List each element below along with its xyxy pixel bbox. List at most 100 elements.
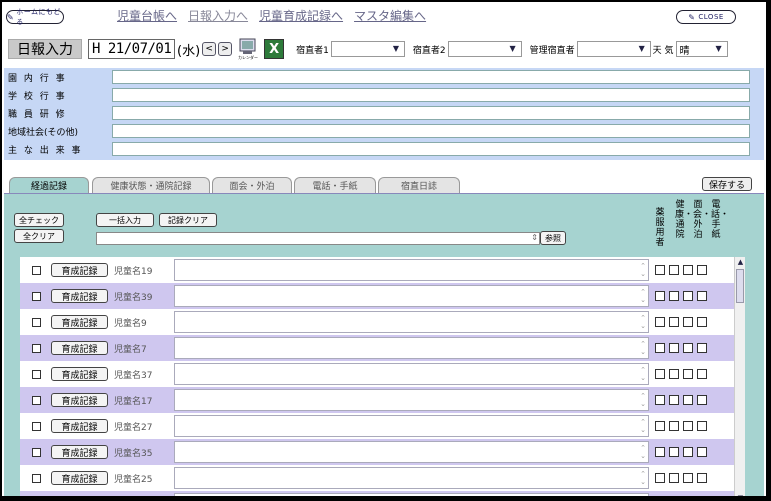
tab-progress-record[interactable]: 経過記録 xyxy=(9,177,89,193)
calendar-button[interactable]: カレンダー xyxy=(237,38,259,60)
medication-checkbox[interactable] xyxy=(655,369,665,379)
phone-checkbox[interactable] xyxy=(697,421,707,431)
health-checkbox[interactable] xyxy=(669,395,679,405)
prev-day-button[interactable]: < xyxy=(202,42,217,56)
row-checkbox[interactable] xyxy=(32,369,41,379)
phone-checkbox[interactable] xyxy=(697,343,707,353)
growth-record-button[interactable]: 育成記録 xyxy=(51,393,108,407)
medication-checkbox[interactable] xyxy=(655,421,665,431)
event-input[interactable] xyxy=(112,142,750,156)
visit-checkbox[interactable] xyxy=(683,343,693,353)
row-checkbox[interactable] xyxy=(32,395,41,405)
growth-record-button[interactable]: 育成記録 xyxy=(51,289,108,303)
next-day-button[interactable]: > xyxy=(218,42,233,56)
close-button[interactable]: ✎ CLOSE xyxy=(676,10,736,24)
medication-checkbox[interactable] xyxy=(655,447,665,457)
date-field[interactable]: H 21/07/01 xyxy=(88,39,175,59)
visit-checkbox[interactable] xyxy=(683,317,693,327)
health-checkbox[interactable] xyxy=(669,317,679,327)
visit-checkbox[interactable] xyxy=(683,265,693,275)
record-textarea[interactable]: ⌃⌄ xyxy=(174,441,649,463)
phone-checkbox[interactable] xyxy=(697,473,707,483)
nav-link-master-edit[interactable]: マスタ編集へ xyxy=(354,7,426,24)
record-textarea[interactable]: ⌃⌄ xyxy=(174,285,649,307)
event-input[interactable] xyxy=(112,124,750,138)
duty2-select[interactable]: ▼ xyxy=(447,41,522,57)
row-checkbox[interactable] xyxy=(32,447,41,457)
health-checkbox[interactable] xyxy=(669,265,679,275)
growth-record-button[interactable]: 育成記録 xyxy=(51,445,108,459)
growth-record-button[interactable]: 育成記録 xyxy=(51,497,108,501)
tab-phone-letter[interactable]: 電話・手紙 xyxy=(294,177,376,193)
medication-checkbox[interactable] xyxy=(655,265,665,275)
phone-checkbox[interactable] xyxy=(697,369,707,379)
medication-checkbox[interactable] xyxy=(655,291,665,301)
growth-record-button[interactable]: 育成記録 xyxy=(51,419,108,433)
growth-record-button[interactable]: 育成記録 xyxy=(51,341,108,355)
scrollbar-thumb[interactable] xyxy=(736,269,744,303)
row-checkbox[interactable] xyxy=(32,317,41,327)
reference-button[interactable]: 参照 xyxy=(540,231,566,245)
scroll-down-icon[interactable]: ▼ xyxy=(735,493,746,496)
record-textarea[interactable]: ⌃⌄ xyxy=(174,493,649,496)
visit-checkbox[interactable] xyxy=(683,291,693,301)
health-checkbox[interactable] xyxy=(669,447,679,457)
record-textarea[interactable]: ⌃⌄ xyxy=(174,415,649,437)
list-scrollbar[interactable]: ▲ ▼ xyxy=(734,257,746,496)
visit-checkbox[interactable] xyxy=(683,369,693,379)
record-textarea[interactable]: ⌃⌄ xyxy=(174,389,649,411)
health-checkbox[interactable] xyxy=(669,473,679,483)
excel-export-button[interactable]: X xyxy=(264,39,285,59)
row-checkbox[interactable] xyxy=(32,291,41,301)
visit-checkbox[interactable] xyxy=(683,473,693,483)
tab-night-duty-log[interactable]: 宿直日誌 xyxy=(378,177,460,193)
growth-record-button[interactable]: 育成記録 xyxy=(51,471,108,485)
growth-record-button[interactable]: 育成記録 xyxy=(51,367,108,381)
event-input[interactable] xyxy=(112,106,750,120)
medication-checkbox[interactable] xyxy=(655,343,665,353)
health-checkbox[interactable] xyxy=(669,291,679,301)
tab-health-record[interactable]: 健康状態・通院記録 xyxy=(92,177,210,193)
home-button[interactable]: ✎ ホームにもどる xyxy=(6,8,64,26)
visit-checkbox[interactable] xyxy=(683,421,693,431)
weather-select[interactable]: 晴 ▼ xyxy=(675,41,728,57)
record-textarea[interactable]: ⌃⌄ xyxy=(174,311,649,333)
medication-checkbox[interactable] xyxy=(655,473,665,483)
check-all-button[interactable]: 全チェック xyxy=(14,213,64,227)
phone-checkbox[interactable] xyxy=(697,317,707,327)
growth-record-button[interactable]: 育成記録 xyxy=(51,263,108,277)
row-checkbox[interactable] xyxy=(32,343,41,353)
bulk-input-button[interactable]: 一括入力 xyxy=(96,213,154,227)
medication-checkbox[interactable] xyxy=(655,395,665,405)
row-checkbox[interactable] xyxy=(32,265,41,275)
nav-link-ledger[interactable]: 児童台帳へ xyxy=(117,7,177,24)
row-checkbox[interactable] xyxy=(32,473,41,483)
phone-checkbox[interactable] xyxy=(697,395,707,405)
health-checkbox[interactable] xyxy=(669,369,679,379)
growth-record-button[interactable]: 育成記録 xyxy=(51,315,108,329)
clear-all-button[interactable]: 全クリア xyxy=(14,229,64,243)
save-button[interactable]: 保存する xyxy=(702,177,752,191)
tab-visit-stay[interactable]: 面会・外泊 xyxy=(212,177,292,193)
event-input[interactable] xyxy=(112,88,750,102)
visit-checkbox[interactable] xyxy=(683,447,693,457)
phone-checkbox[interactable] xyxy=(697,265,707,275)
clear-records-button[interactable]: 記録クリア xyxy=(159,213,217,227)
duty1-select[interactable]: ▼ xyxy=(330,41,405,57)
medication-checkbox[interactable] xyxy=(655,317,665,327)
health-checkbox[interactable] xyxy=(669,343,679,353)
record-textarea[interactable]: ⌃⌄ xyxy=(174,467,649,489)
phone-checkbox[interactable] xyxy=(697,447,707,457)
phone-checkbox[interactable] xyxy=(697,291,707,301)
record-textarea[interactable]: ⌃⌄ xyxy=(174,363,649,385)
record-textarea[interactable]: ⌃⌄ xyxy=(174,337,649,359)
scroll-up-icon[interactable]: ▲ xyxy=(735,257,746,267)
visit-checkbox[interactable] xyxy=(683,395,693,405)
nav-link-daily-report[interactable]: 日報入力へ xyxy=(188,7,248,24)
manager-duty-select[interactable]: ▼ xyxy=(576,41,651,57)
nav-link-growth-record[interactable]: 児童育成記録へ xyxy=(259,7,343,24)
row-checkbox[interactable] xyxy=(32,421,41,431)
event-input[interactable] xyxy=(112,70,750,84)
bulk-memo-input[interactable]: ⇕ xyxy=(96,232,540,245)
health-checkbox[interactable] xyxy=(669,421,679,431)
